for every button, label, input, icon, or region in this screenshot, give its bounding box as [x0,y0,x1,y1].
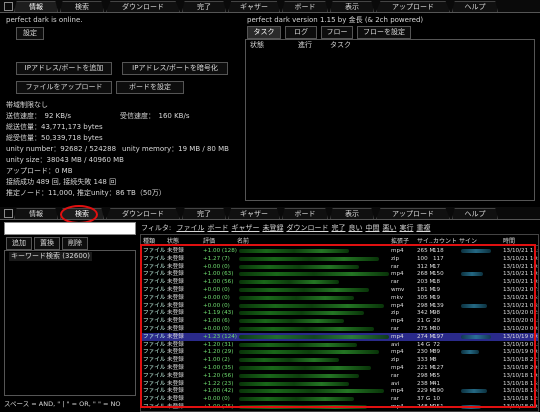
bottom-tab-7[interactable]: アップロード [376,208,450,219]
send-speed: 送信速度： 92 KB/s [6,112,72,120]
filter-item-0[interactable]: ファイル [176,224,204,232]
total-sent: 総送信量：43,771,173 bytes [6,123,103,131]
filter-item-2[interactable]: ギャザー [231,224,259,232]
filter-item-1[interactable]: ボード [207,224,228,232]
keyword-list-item[interactable]: キーワード検索 (32600) [9,252,92,261]
bottom-tab-4[interactable]: ギャザー [228,208,280,219]
connections: 接続成功 489 回, 接続失敗 148 回 [6,178,117,186]
filter-item-6[interactable]: 良い [348,224,362,232]
unity-size: unity size：38043 MB / 40960 MB [6,156,124,164]
task-tab-3[interactable]: フローを設定 [357,26,411,39]
bottom-tab-2[interactable]: ダウンロード [106,208,180,219]
top-tab-0[interactable]: 情報 [14,1,58,12]
estimate: 推定ノード：11,000, 推定unity：86 TB（50万） [6,189,166,197]
task-panel: perfect dark version 1.15 by 金長 (& 2ch p… [243,15,537,201]
annotation-box [140,244,536,408]
bottom-tab-0[interactable]: 情報 [14,208,58,219]
top-tab-5[interactable]: ボード [282,1,328,12]
checkbox[interactable] [4,2,13,11]
keyword-list: キーワード検索 (32600) [4,250,136,396]
encrypt-ip-button[interactable]: IPアドレス/ポートを暗号化 [122,62,228,75]
filter-item-7[interactable]: 中間 [365,224,379,232]
add-keyword-button[interactable]: 追加 [6,237,32,250]
add-ip-button[interactable]: IPアドレス/ポートを追加 [16,62,112,75]
search-hint: スペース = AND, " | " = OR, " " = NO [4,400,121,408]
task-tab-1[interactable]: ログ [285,26,317,39]
board-settings-button[interactable]: ボードを設定 [116,81,184,94]
column-header-status: 状態 [250,41,264,49]
bandwidth-text: 帯域制限なし [6,101,48,109]
replace-keyword-button[interactable]: 置換 [34,237,60,250]
filter-label: フィルタ: [141,224,172,232]
top-tab-6[interactable]: 表示 [330,1,374,12]
unity-memory: unity memory：19 MB / 80 MB [122,145,229,153]
delete-keyword-button[interactable]: 削除 [62,237,88,250]
checkbox[interactable] [4,209,13,218]
task-list[interactable]: 状態 進行 タスク [245,39,535,201]
search-panel: 追加 置換 削除 キーワード検索 (32600) スペース = AND, " |… [4,222,136,412]
top-tab-3[interactable]: 完了 [182,1,226,12]
unity-number: unity number：92682 / 524288 [6,145,117,153]
filter-item-10[interactable]: 重複 [416,224,430,232]
filter-item-4[interactable]: ダウンロード [286,224,328,232]
top-tab-bar: 情報 検索 ダウンロード 完了 ギャザー ボード 表示 アップロード ヘルプ [0,0,540,13]
recv-speed: 受信速度： 160 KB/s [120,112,190,120]
bottom-tab-6[interactable]: 表示 [330,208,374,219]
bottom-tab-8[interactable]: ヘルプ [452,208,498,219]
top-tab-8[interactable]: ヘルプ [452,1,498,12]
top-tab-4[interactable]: ギャザー [228,1,280,12]
column-header-task: タスク [330,41,351,49]
filter-item-9[interactable]: 実行 [399,224,413,232]
top-tab-1[interactable]: 検索 [60,1,104,12]
top-tab-7[interactable]: アップロード [376,1,450,12]
task-tab-2[interactable]: フロー [321,26,353,39]
online-status: perfect dark is online. [6,16,83,24]
total-recv: 総受信量：50,339,718 bytes [6,134,103,142]
filter-item-3[interactable]: 未登録 [262,224,283,232]
info-panel: perfect dark is online. 設定 IPアドレス/ポートを追加… [4,15,240,200]
filter-item-5[interactable]: 完了 [331,224,345,232]
task-tab-0[interactable]: タスク [247,26,281,39]
version-text: perfect dark version 1.15 by 金長 (& 2ch p… [247,16,424,24]
bottom-tab-3[interactable]: 完了 [182,208,226,219]
upload-file-button[interactable]: ファイルをアップロード [16,81,112,94]
filter-bar: フィルタ: ファイル ボード ギャザー 未登録 ダウンロード 完了 良い 中間 悪い 実行 重複 [141,223,537,232]
filter-item-8[interactable]: 悪い [382,224,396,232]
upload-amount: アップロード：0 MB [6,167,73,175]
bottom-tab-5[interactable]: ボード [282,208,328,219]
settings-button[interactable]: 設定 [16,27,44,40]
task-tab-bar: タスク ログ フロー フローを設定 [245,26,535,39]
top-tab-2[interactable]: ダウンロード [106,1,180,12]
column-header-progress: 進行 [298,41,312,49]
search-input[interactable] [4,222,136,235]
